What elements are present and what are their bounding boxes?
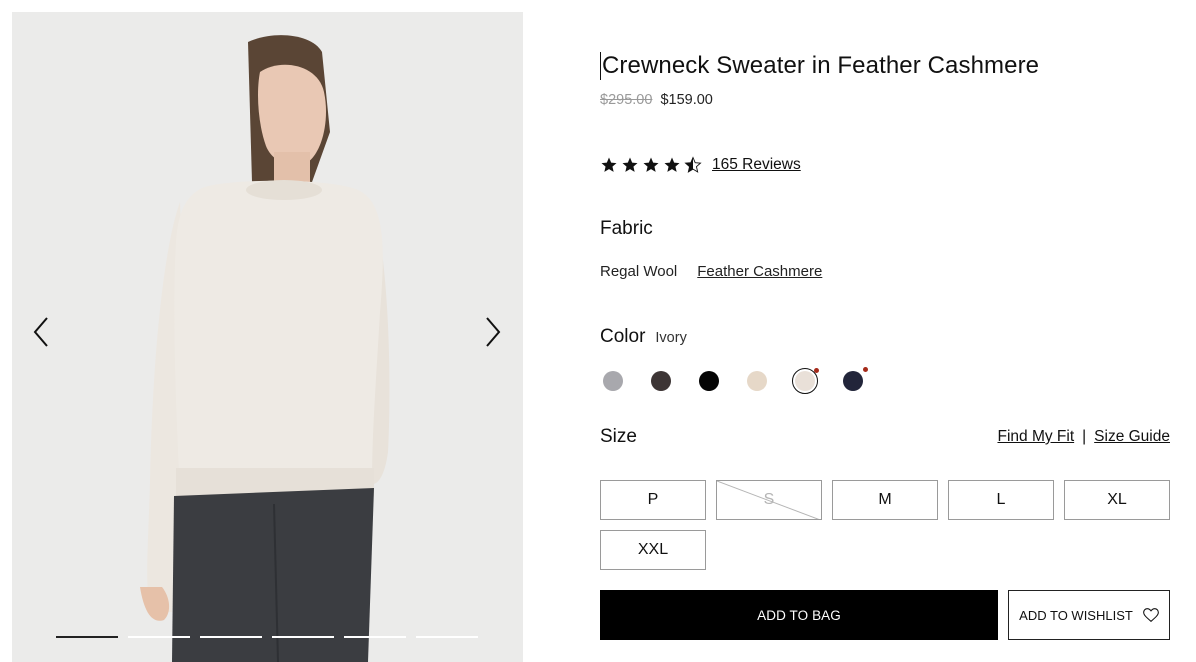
star-icon — [664, 157, 680, 172]
swatch-badge-dot — [814, 368, 819, 373]
unavailable-slash — [717, 481, 820, 519]
color-swatch-fill — [843, 371, 863, 391]
size-option-l[interactable]: L — [948, 480, 1054, 520]
fabric-options: Regal Wool Feather Cashmere — [600, 263, 822, 280]
product-title: Crewneck Sweater in Feather Cashmere — [600, 52, 1040, 80]
gallery-dot[interactable] — [56, 636, 118, 638]
star-icon — [622, 157, 638, 172]
selected-color-name: Ivory — [655, 330, 687, 346]
color-label: Color — [600, 326, 646, 347]
color-swatch-fill — [747, 371, 767, 391]
add-to-wishlist-label: ADD TO WISHLIST — [1019, 607, 1133, 623]
price: $295.00 $159.00 — [600, 92, 713, 108]
fabric-option-regal-wool[interactable]: Regal Wool — [600, 263, 677, 280]
color-swatch-fill — [603, 371, 623, 391]
next-image-button[interactable] — [473, 312, 513, 352]
color-swatch-fill — [651, 371, 671, 391]
color-swatch[interactable] — [600, 368, 626, 394]
size-option-xl[interactable]: XL — [1064, 480, 1170, 520]
chevron-right-icon — [486, 317, 501, 347]
fabric-option-feather-cashmere[interactable]: Feather Cashmere — [697, 263, 822, 280]
add-to-wishlist-button[interactable]: ADD TO WISHLIST — [1008, 590, 1170, 640]
product-image-gallery — [12, 12, 523, 662]
color-swatch-fill — [795, 371, 815, 391]
gallery-dot[interactable] — [416, 636, 478, 638]
color-swatch[interactable] — [696, 368, 722, 394]
chevron-left-icon — [33, 317, 48, 347]
sale-price: $159.00 — [660, 92, 713, 108]
gallery-dot[interactable] — [344, 636, 406, 638]
star-icon — [643, 157, 659, 172]
star-half-icon — [684, 156, 702, 173]
previous-image-button[interactable] — [21, 312, 61, 352]
color-swatch[interactable] — [744, 368, 770, 394]
size-option-s[interactable]: S — [716, 480, 822, 520]
reviews-link[interactable]: 165 Reviews — [712, 156, 801, 174]
color-heading: Color Ivory — [600, 326, 687, 348]
gallery-pagination — [56, 636, 478, 638]
color-swatch-fill — [699, 371, 719, 391]
star-icon — [601, 157, 617, 172]
gallery-dot[interactable] — [128, 636, 190, 638]
find-my-fit-link[interactable]: Find My Fit — [997, 428, 1074, 446]
size-help-links: Find My Fit | Size Guide — [997, 428, 1170, 446]
color-swatches — [600, 367, 868, 394]
gallery-dot[interactable] — [272, 636, 334, 638]
heart-icon — [1142, 608, 1159, 622]
product-photo — [12, 12, 523, 662]
size-option-p[interactable]: P — [600, 480, 706, 520]
link-separator: | — [1082, 428, 1087, 445]
size-label: Size — [600, 426, 637, 447]
gallery-dot[interactable] — [200, 636, 262, 638]
color-swatch[interactable] — [648, 368, 674, 394]
add-to-bag-button[interactable]: ADD TO BAG — [600, 590, 998, 640]
rating: 165 Reviews — [600, 156, 801, 174]
color-swatch[interactable] — [792, 368, 819, 394]
star-rating — [600, 156, 702, 174]
size-option-xxl[interactable]: XXL — [600, 530, 706, 570]
original-price: $295.00 — [600, 92, 653, 108]
swatch-badge-dot — [863, 367, 868, 372]
size-guide-link[interactable]: Size Guide — [1094, 428, 1170, 446]
fabric-label: Fabric — [600, 218, 653, 239]
size-option-m[interactable]: M — [832, 480, 938, 520]
color-swatch[interactable] — [840, 367, 868, 394]
